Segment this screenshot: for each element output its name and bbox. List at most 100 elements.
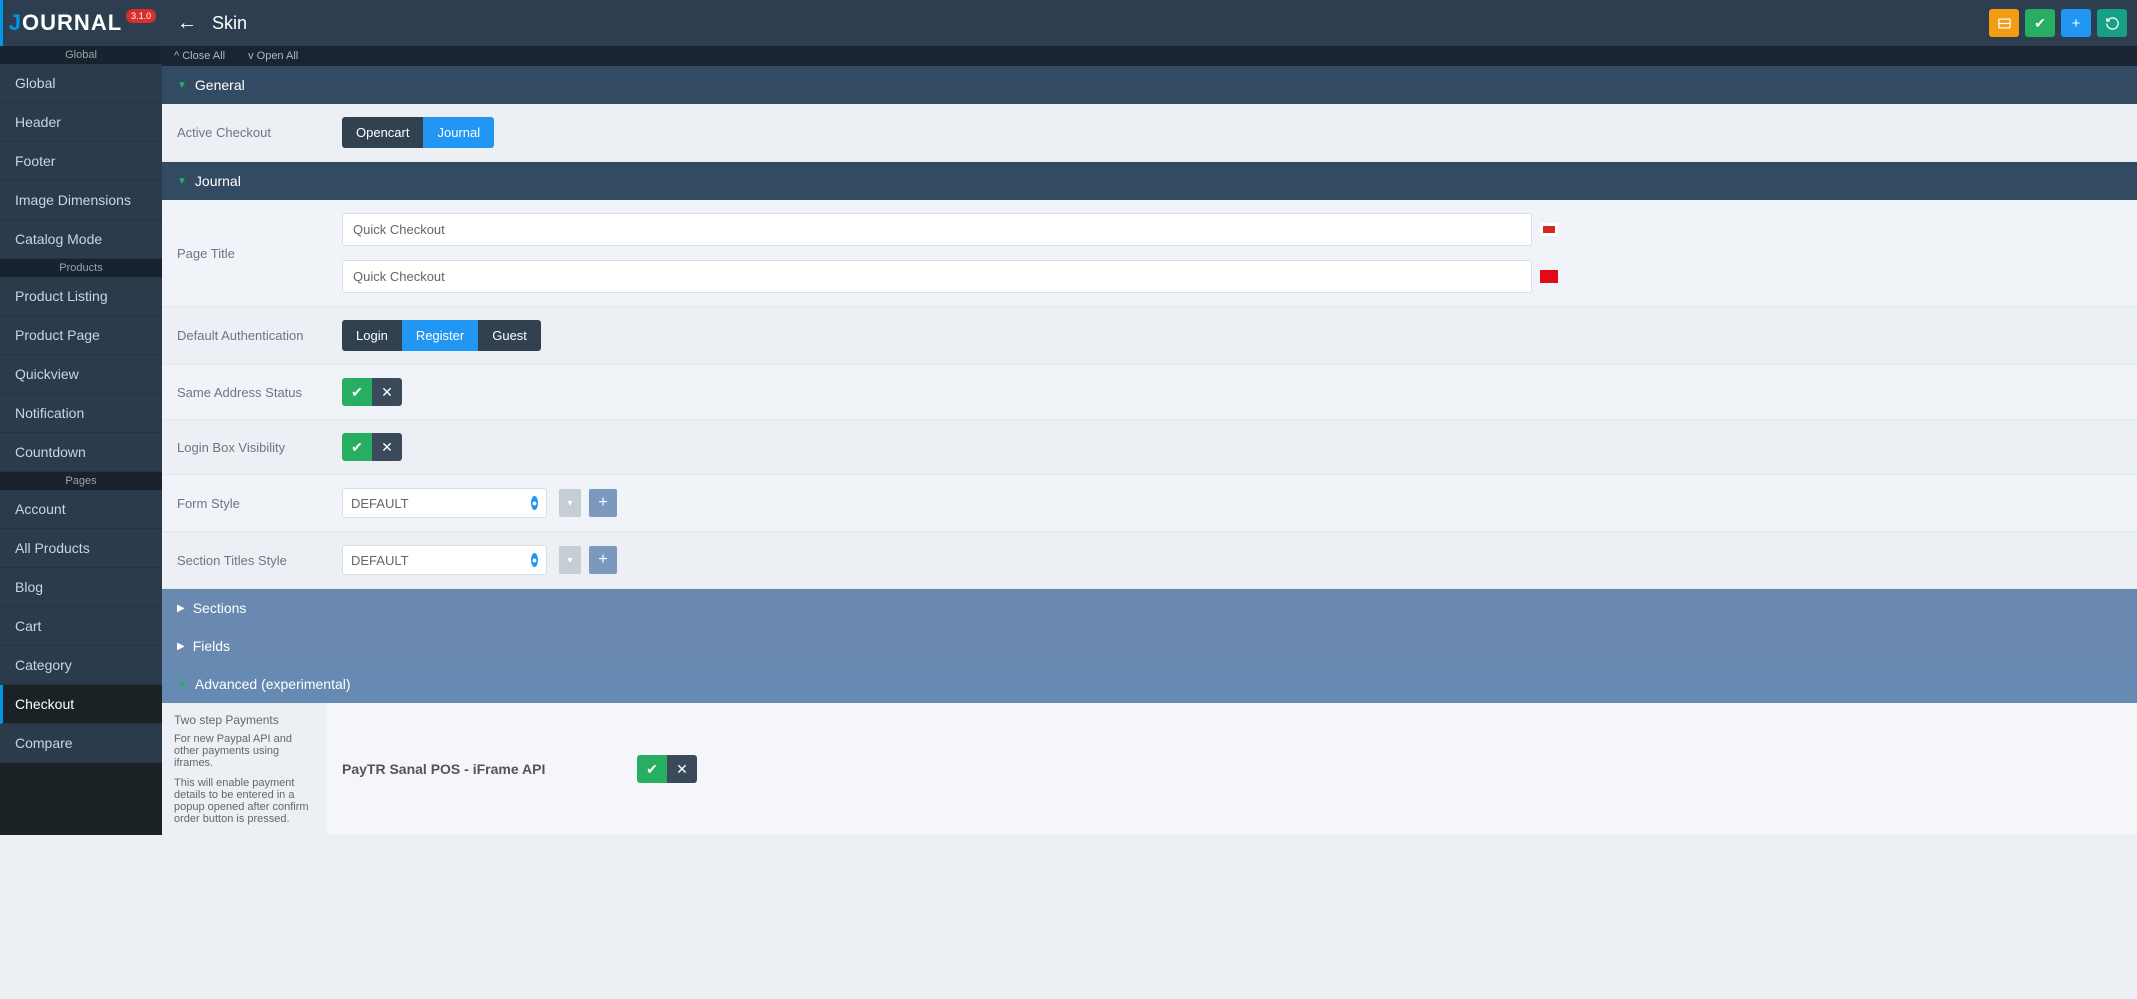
flag-tr-icon bbox=[1540, 270, 1558, 283]
clear-icon[interactable]: ● bbox=[531, 496, 538, 510]
payment-toggle: ✔ ✕ bbox=[637, 755, 697, 783]
sidebar-item-image-dimensions[interactable]: Image Dimensions bbox=[0, 181, 162, 220]
adv-side-title: Two step Payments bbox=[174, 713, 315, 727]
row-active-checkout: Active Checkout Opencart Journal bbox=[162, 104, 2137, 162]
accordion-controls: ^ Close All v Open All bbox=[162, 46, 2137, 66]
sidebar-section-pages: Pages bbox=[0, 472, 162, 490]
top-bar: JOURNAL 3.1.0 ← Skin ✔ + bbox=[0, 0, 2137, 46]
version-badge: 3.1.0 bbox=[126, 9, 156, 23]
add-form-style-button[interactable]: + bbox=[589, 489, 617, 517]
caret-right-icon: ▶ bbox=[177, 641, 185, 652]
sidebar-item-product-listing[interactable]: Product Listing bbox=[0, 277, 162, 316]
adv-side-text1: For new Paypal API and other payments us… bbox=[174, 733, 315, 769]
sidebar-item-category[interactable]: Category bbox=[0, 646, 162, 685]
sidebar-item-footer[interactable]: Footer bbox=[0, 142, 162, 181]
plus-icon: + bbox=[2072, 15, 2081, 32]
row-section-titles: Section Titles Style ● ▾ + bbox=[162, 532, 2137, 589]
top-actions: ✔ + bbox=[1989, 9, 2137, 37]
label-section-titles: Section Titles Style bbox=[177, 553, 342, 568]
same-address-toggle: ✔ ✕ bbox=[342, 378, 402, 406]
open-all-button[interactable]: v Open All bbox=[248, 50, 308, 62]
section-general[interactable]: ▼ General bbox=[162, 66, 2137, 104]
caret-down-icon: ▼ bbox=[177, 80, 187, 91]
page-title: Skin bbox=[212, 13, 247, 34]
sidebar-item-blog[interactable]: Blog bbox=[0, 568, 162, 607]
page-title-input-tr[interactable] bbox=[342, 260, 1532, 293]
back-button[interactable]: ← bbox=[162, 12, 212, 35]
screenshot-button[interactable] bbox=[1989, 9, 2019, 37]
opt-journal[interactable]: Journal bbox=[423, 117, 494, 148]
section-journal[interactable]: ▼ Journal bbox=[162, 162, 2137, 200]
opt-register[interactable]: Register bbox=[402, 320, 478, 351]
opt-login[interactable]: Login bbox=[342, 320, 402, 351]
sidebar-item-checkout[interactable]: Checkout bbox=[0, 685, 162, 724]
screenshot-icon bbox=[1997, 16, 2012, 31]
main-content: ^ Close All v Open All ▼ General Active … bbox=[162, 46, 2137, 835]
opt-opencart[interactable]: Opencart bbox=[342, 117, 423, 148]
section-titles-input[interactable] bbox=[351, 553, 527, 568]
sidebar-item-quickview[interactable]: Quickview bbox=[0, 355, 162, 394]
sidebar-item-catalog-mode[interactable]: Catalog Mode bbox=[0, 220, 162, 259]
sidebar-item-compare[interactable]: Compare bbox=[0, 724, 162, 763]
adv-side-text2: This will enable payment details to be e… bbox=[174, 777, 315, 825]
caret-down-icon: ▼ bbox=[177, 176, 187, 187]
default-auth-toggle: Login Register Guest bbox=[342, 320, 541, 351]
form-style-select[interactable]: ● bbox=[342, 488, 547, 518]
logo[interactable]: JOURNAL 3.1.0 bbox=[0, 0, 162, 46]
check-icon: ✔ bbox=[351, 384, 363, 401]
toggle-off[interactable]: ✕ bbox=[372, 433, 402, 461]
check-icon: ✔ bbox=[351, 439, 363, 456]
section-titles-select[interactable]: ● bbox=[342, 545, 547, 575]
dropdown-icon[interactable]: ▾ bbox=[559, 489, 581, 517]
close-all-button[interactable]: ^ Close All bbox=[174, 50, 235, 62]
add-button[interactable]: + bbox=[2061, 9, 2091, 37]
sidebar-item-countdown[interactable]: Countdown bbox=[0, 433, 162, 472]
save-button[interactable]: ✔ bbox=[2025, 9, 2055, 37]
flag-en-icon bbox=[1540, 223, 1558, 236]
section-fields[interactable]: ▶ Fields bbox=[162, 627, 2137, 665]
advanced-payment-row: PayTR Sanal POS - iFrame API ✔ ✕ bbox=[327, 703, 2137, 835]
row-page-title: Page Title bbox=[162, 200, 2137, 307]
sidebar-item-product-page[interactable]: Product Page bbox=[0, 316, 162, 355]
label-default-auth: Default Authentication bbox=[177, 328, 342, 343]
x-icon: ✕ bbox=[676, 761, 688, 778]
clear-icon[interactable]: ● bbox=[531, 553, 538, 567]
sidebar-item-account[interactable]: Account bbox=[0, 490, 162, 529]
form-style-input[interactable] bbox=[351, 496, 527, 511]
sidebar-item-header[interactable]: Header bbox=[0, 103, 162, 142]
toggle-on[interactable]: ✔ bbox=[342, 378, 372, 406]
active-checkout-toggle: Opencart Journal bbox=[342, 117, 494, 148]
payment-label: PayTR Sanal POS - iFrame API bbox=[342, 761, 622, 777]
sidebar-item-cart[interactable]: Cart bbox=[0, 607, 162, 646]
sidebar-item-global[interactable]: Global bbox=[0, 64, 162, 103]
advanced-side: Two step Payments For new Paypal API and… bbox=[162, 703, 327, 835]
toggle-off[interactable]: ✕ bbox=[667, 755, 697, 783]
toggle-off[interactable]: ✕ bbox=[372, 378, 402, 406]
row-login-box: Login Box Visibility ✔ ✕ bbox=[162, 420, 2137, 475]
check-icon: ✔ bbox=[2034, 15, 2046, 32]
toggle-on[interactable]: ✔ bbox=[342, 433, 372, 461]
logo-text: JOURNAL bbox=[9, 10, 122, 36]
opt-guest[interactable]: Guest bbox=[478, 320, 541, 351]
caret-down-icon: ▼ bbox=[177, 679, 187, 690]
sidebar-section-global: Global bbox=[0, 46, 162, 64]
section-advanced[interactable]: ▼ Advanced (experimental) bbox=[162, 665, 2137, 703]
toggle-on[interactable]: ✔ bbox=[637, 755, 667, 783]
history-icon bbox=[2105, 16, 2120, 31]
row-same-address: Same Address Status ✔ ✕ bbox=[162, 365, 2137, 420]
sidebar-item-all-products[interactable]: All Products bbox=[0, 529, 162, 568]
row-form-style: Form Style ● ▾ + bbox=[162, 475, 2137, 532]
page-title-input-en[interactable] bbox=[342, 213, 1532, 246]
dropdown-icon[interactable]: ▾ bbox=[559, 546, 581, 574]
check-icon: ✔ bbox=[646, 761, 658, 778]
x-icon: ✕ bbox=[381, 384, 393, 401]
label-login-box: Login Box Visibility bbox=[177, 440, 342, 455]
caret-right-icon: ▶ bbox=[177, 603, 185, 614]
label-page-title: Page Title bbox=[177, 246, 342, 261]
add-section-titles-button[interactable]: + bbox=[589, 546, 617, 574]
history-button[interactable] bbox=[2097, 9, 2127, 37]
label-same-address: Same Address Status bbox=[177, 385, 342, 400]
section-sections[interactable]: ▶ Sections bbox=[162, 589, 2137, 627]
sidebar-item-notification[interactable]: Notification bbox=[0, 394, 162, 433]
sidebar: Global Global Header Footer Image Dimens… bbox=[0, 46, 162, 835]
